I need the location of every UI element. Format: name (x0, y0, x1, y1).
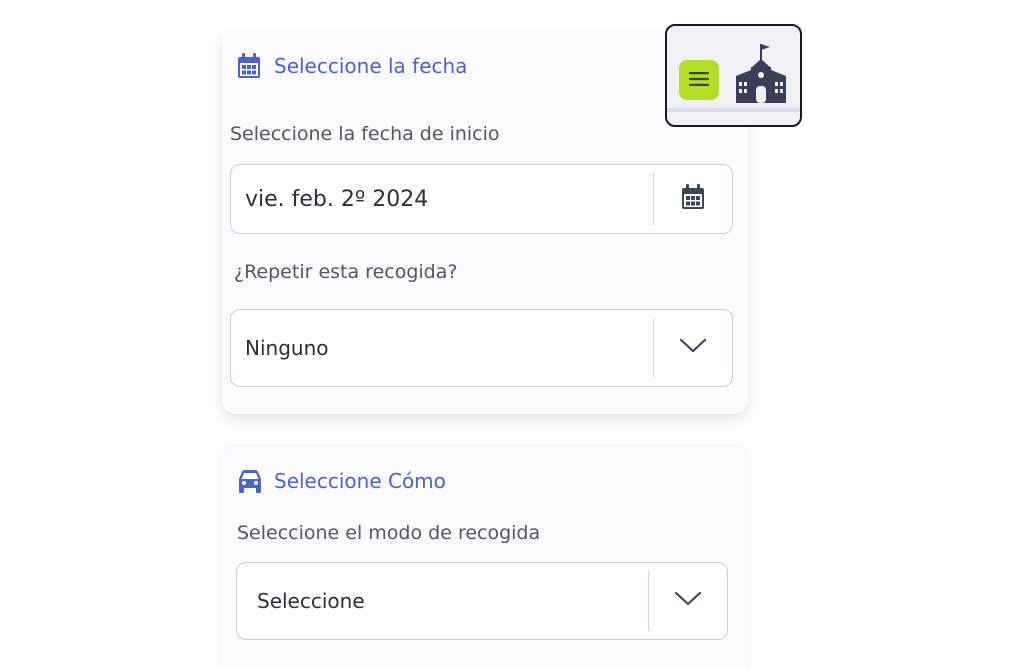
pickup-mode-select[interactable]: Seleccione (236, 562, 728, 640)
header-bottom-border (667, 108, 800, 112)
pickup-mode-dropdown-toggle[interactable] (649, 563, 727, 639)
menu-button[interactable] (679, 60, 719, 100)
repeat-select[interactable]: Ninguno (230, 309, 733, 387)
start-date-value: vie. feb. 2º 2024 (245, 186, 429, 212)
date-section-title-text: Seleccione la fecha (274, 54, 468, 78)
repeat-dropdown-toggle[interactable] (654, 310, 732, 386)
school-building-icon (735, 42, 787, 108)
date-picker-button[interactable] (654, 165, 732, 233)
how-section-card: Seleccione Cómo Seleccione el modo de re… (222, 446, 748, 669)
start-date-field[interactable]: vie. feb. 2º 2024 (230, 164, 733, 234)
header-callout (665, 24, 802, 127)
pickup-mode-selected-value: Seleccione (257, 589, 365, 613)
repeat-selected-value: Ninguno (245, 336, 329, 360)
calendar-icon (236, 52, 262, 80)
how-section-title: Seleccione Cómo (236, 468, 446, 494)
calendar-picker-icon (681, 184, 705, 214)
repeat-label: ¿Repetir esta recogida? (234, 261, 458, 283)
chevron-down-icon (674, 591, 702, 611)
how-section-title-text: Seleccione Cómo (274, 469, 446, 493)
start-date-label: Seleccione la fecha de inicio (230, 123, 500, 145)
pickup-mode-label: Seleccione el modo de recogida (237, 522, 541, 544)
hamburger-menu-icon (689, 71, 709, 90)
car-icon (236, 468, 264, 494)
date-section-title: Seleccione la fecha (236, 52, 467, 80)
chevron-down-icon (679, 338, 707, 358)
